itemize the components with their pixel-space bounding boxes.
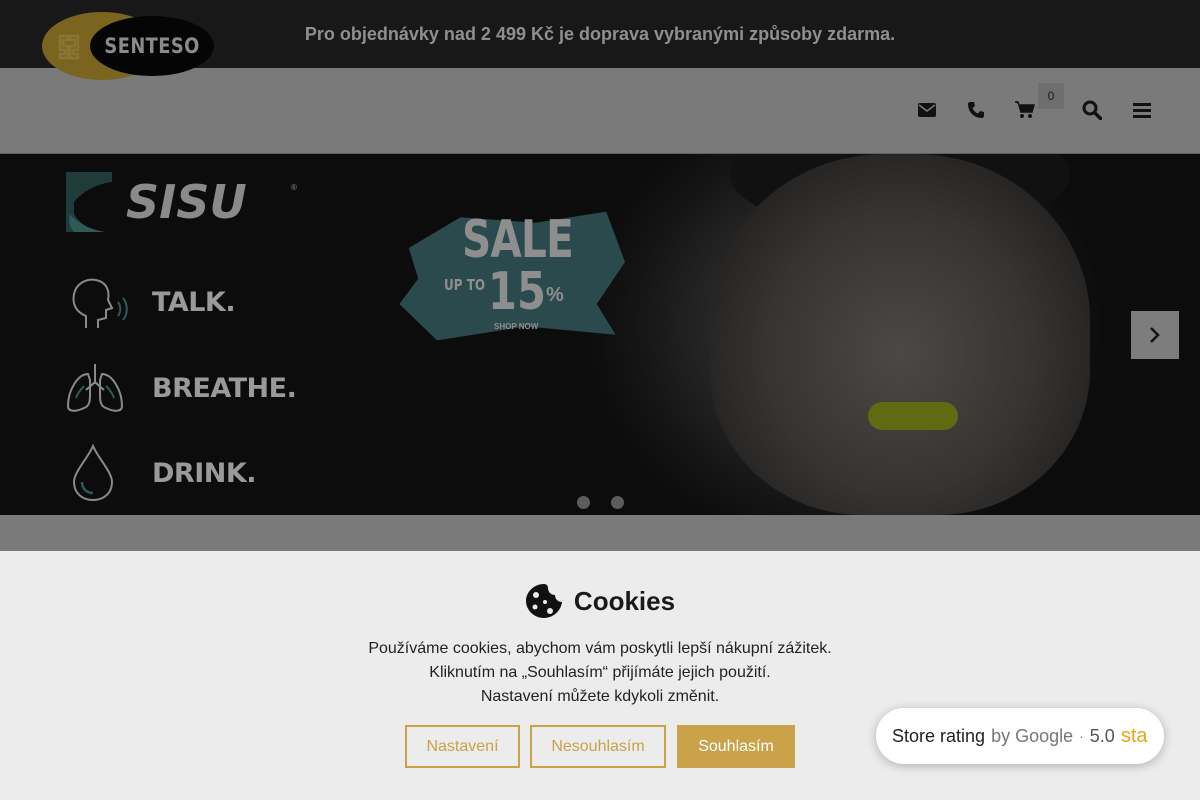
sale-percent-sign: % — [546, 284, 564, 306]
sale-banner[interactable]: SALE UP TO 15 % SHOP NOW — [390, 196, 625, 356]
drop-icon — [72, 444, 114, 502]
sale-percent: 15 — [488, 262, 546, 322]
cookie-title-row: Cookies — [0, 583, 1200, 619]
logo-mark-icon — [58, 34, 80, 60]
store-rating-widget[interactable]: Store rating by Google · 5.0 sta — [876, 708, 1164, 764]
rating-source: by Google — [991, 725, 1074, 746]
feature-breathe: BREATHE. — [152, 373, 297, 404]
cart-count-badge[interactable]: 0 — [1038, 83, 1064, 109]
feature-drink: DRINK. — [152, 458, 257, 489]
sale-title: SALE — [462, 210, 574, 270]
talk-icon — [72, 278, 128, 328]
sale-shop-now: SHOP NOW — [494, 322, 539, 331]
rating-label: Store rating — [892, 725, 986, 746]
sisu-logo: SISU ® — [66, 172, 297, 232]
cookie-icon — [525, 584, 562, 618]
feature-talk: TALK. — [152, 287, 236, 318]
cookie-line: Nastavení můžete kdykoli změnit. — [480, 688, 720, 705]
hero-mouthguard — [868, 402, 958, 430]
logo-text: SENTESO — [104, 34, 200, 58]
email-icon[interactable] — [915, 98, 939, 122]
hero-athlete-photo — [710, 154, 1090, 515]
cookie-settings-button[interactable]: Nastavení — [405, 725, 520, 768]
cookie-accept-button[interactable]: Souhlasím — [677, 725, 795, 768]
page-content-overlay — [0, 515, 1200, 551]
lungs-icon — [66, 364, 124, 412]
rating-separator: · — [1079, 728, 1084, 744]
logo-emblem-front: SENTESO — [90, 16, 214, 76]
phone-icon[interactable] — [964, 98, 988, 122]
cookie-line: Používáme cookies, abychom vám poskytli … — [368, 640, 832, 657]
slider-dot-2[interactable] — [611, 496, 624, 509]
cookie-line: Kliknutím na „Souhlasím“ přijímáte jejic… — [429, 664, 771, 681]
cookie-title: Cookies — [573, 585, 676, 616]
search-icon[interactable] — [1080, 98, 1104, 122]
announcement-text: Pro objednávky nad 2 499 Kč je doprava v… — [304, 23, 896, 44]
cookie-reject-button[interactable]: Nesouhlasím — [530, 725, 666, 768]
cart-icon[interactable] — [1013, 98, 1037, 122]
sisu-logo-text: SISU — [126, 175, 247, 229]
slider-next-button[interactable] — [1131, 311, 1179, 359]
cookie-description: Používáme cookies, abychom vám poskytli … — [0, 637, 1200, 709]
rating-stars: sta — [1120, 724, 1148, 747]
site-logo[interactable]: SENTESO — [42, 12, 214, 80]
chevron-right-icon — [1150, 327, 1160, 343]
menu-icon[interactable] — [1130, 98, 1154, 122]
rating-score: 5.0 — [1089, 725, 1115, 746]
svg-text:®: ® — [291, 183, 297, 192]
slider-dot-1[interactable] — [577, 496, 590, 509]
sale-upto: UP TO — [444, 276, 486, 294]
